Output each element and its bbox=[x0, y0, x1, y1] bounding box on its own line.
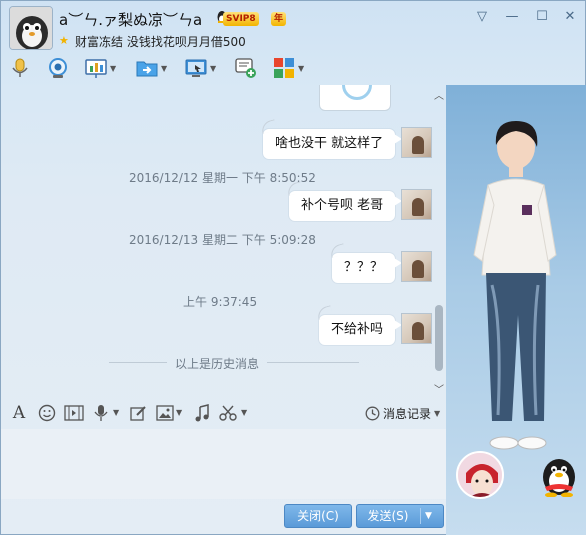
font-icon[interactable]: A bbox=[9, 403, 29, 423]
close-chat-button[interactable]: 关闭(C) bbox=[284, 504, 352, 528]
create-discussion-button[interactable] bbox=[235, 55, 257, 81]
chat-add-icon bbox=[235, 58, 256, 78]
clock-icon bbox=[365, 406, 380, 420]
close-window-button[interactable]: ✕ bbox=[559, 7, 581, 27]
contact-show-panel bbox=[446, 85, 586, 535]
chevron-down-icon[interactable]: ▼ bbox=[176, 408, 182, 417]
star-icon: ★ bbox=[59, 34, 69, 47]
music-icon[interactable] bbox=[192, 403, 212, 423]
apps-grid-icon bbox=[274, 58, 294, 78]
monitor-icon bbox=[185, 59, 207, 77]
message-timestamp: 上午 9:37:45 bbox=[183, 295, 258, 309]
send-options-chevron-icon[interactable]: ▼ bbox=[425, 505, 432, 527]
screen-share-button[interactable]: ▼ bbox=[185, 55, 216, 81]
chat-window: a︶ㄣ.ァ梨ぬ凉︶ㄣa SVIP8 年 ★ 财富冻结 没钱找花呗月月借500 ▽… bbox=[0, 0, 586, 535]
sender-avatar[interactable] bbox=[401, 251, 432, 282]
contact-signature: 财富冻结 没钱找花呗月月借500 bbox=[75, 35, 246, 49]
minimize-button[interactable]: — bbox=[501, 7, 523, 27]
send-file-button[interactable]: ▼ bbox=[136, 55, 167, 81]
voice-message-icon[interactable] bbox=[91, 403, 111, 423]
year-badge[interactable]: 年 bbox=[271, 12, 287, 26]
svip-badge[interactable]: SVIP8 bbox=[223, 12, 259, 26]
message-bubble[interactable]: 啥也没干 就这样了 bbox=[263, 129, 403, 159]
voice-call-button[interactable] bbox=[9, 55, 31, 81]
sender-avatar[interactable] bbox=[401, 189, 432, 220]
contact-avatar[interactable] bbox=[9, 6, 53, 50]
message-bubble[interactable]: 补个号呗 老哥 bbox=[289, 191, 403, 221]
webcam-icon bbox=[49, 58, 67, 78]
contact-nickname: a︶ㄣ.ァ梨ぬ凉︶ㄣa bbox=[59, 11, 203, 29]
self-avatar[interactable] bbox=[456, 451, 504, 499]
folder-arrow-icon bbox=[136, 61, 158, 77]
chevron-down-icon[interactable]: ▼ bbox=[241, 408, 247, 417]
chevron-down-icon: ▼ bbox=[434, 408, 441, 418]
chat-history[interactable]: 啥也没干 就这样了 2016/12/12 星期一 下午 8:50:52 补个号呗… bbox=[1, 85, 446, 398]
chevron-down-icon[interactable]: ▼ bbox=[113, 408, 119, 417]
previous-image-message[interactable] bbox=[319, 85, 391, 111]
sender-avatar[interactable] bbox=[401, 127, 432, 158]
presentation-icon bbox=[85, 59, 107, 78]
apps-button[interactable]: ▼ bbox=[273, 55, 304, 81]
history-divider: 以上是历史消息 bbox=[109, 355, 359, 371]
message-timestamp: 2016/12/12 星期一 下午 8:50:52 bbox=[129, 171, 316, 185]
video-call-button[interactable] bbox=[47, 55, 69, 81]
message-record-label: 消息记录 bbox=[383, 406, 432, 421]
scissors-icon[interactable] bbox=[218, 403, 238, 423]
message-bubble[interactable]: ？？？ bbox=[332, 253, 403, 283]
image-icon[interactable] bbox=[155, 403, 175, 423]
scroll-up-button[interactable]: ︿ bbox=[434, 87, 444, 102]
message-record-button[interactable]: 消息记录 ▼ bbox=[365, 404, 440, 422]
qq-penguin-icon[interactable] bbox=[536, 451, 582, 497]
history-divider-label: 以上是历史消息 bbox=[175, 357, 260, 371]
edit-icon[interactable] bbox=[128, 403, 148, 423]
input-toolbar: A ▼ ▼ ▼ 消息记录 ▼ bbox=[1, 399, 446, 427]
chevron-down-icon[interactable]: ▼ bbox=[298, 64, 304, 73]
menu-dropdown-icon[interactable]: ▽ bbox=[471, 7, 493, 27]
chevron-down-icon[interactable]: ▼ bbox=[210, 64, 216, 73]
scroll-down-button[interactable]: ﹀ bbox=[434, 381, 444, 396]
microphone-icon bbox=[12, 58, 28, 77]
maximize-button[interactable]: ☐ bbox=[531, 7, 553, 27]
chevron-down-icon[interactable]: ▼ bbox=[161, 64, 167, 73]
character-show-image[interactable] bbox=[446, 85, 586, 465]
message-bubble[interactable]: 不给补吗 bbox=[319, 315, 403, 345]
send-button[interactable]: 发送(S) ▼ bbox=[356, 504, 444, 528]
message-timestamp: 2016/12/13 星期二 下午 5:09:28 bbox=[129, 233, 316, 247]
chevron-down-icon[interactable]: ▼ bbox=[110, 64, 116, 73]
main-toolbar: ▼ ▼ ▼ ▼ bbox=[1, 53, 446, 85]
send-button-label: 发送(S) bbox=[367, 509, 409, 523]
scrollbar-thumb[interactable] bbox=[435, 305, 443, 371]
sender-avatar[interactable] bbox=[401, 313, 432, 344]
gif-icon[interactable] bbox=[64, 403, 84, 423]
emoji-icon[interactable] bbox=[37, 403, 57, 423]
remote-desktop-button[interactable]: ▼ bbox=[85, 55, 116, 81]
message-input[interactable] bbox=[1, 429, 446, 499]
